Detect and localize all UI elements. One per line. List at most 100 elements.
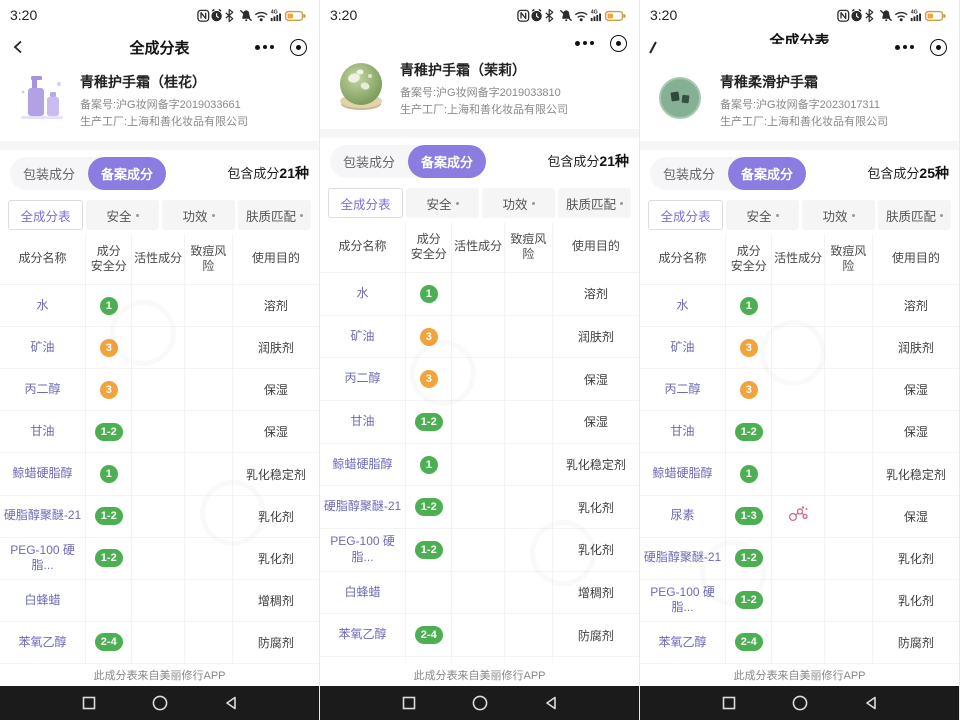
ingredient-name-cell[interactable]: 丙二醇	[0, 369, 86, 410]
android-square-icon[interactable]	[81, 695, 97, 711]
ingredient-name[interactable]: 水	[35, 298, 51, 314]
android-square-icon[interactable]	[401, 695, 417, 711]
ingredient-name-cell[interactable]: 尿素	[640, 496, 726, 537]
tab-registered-ingredients[interactable]: 备案成分	[88, 157, 166, 190]
product-card[interactable]: 青稚柔滑护手霜 备案号:沪G妆网备字2023017311 生产工厂:上海和善化妆…	[640, 64, 959, 141]
more-menu-icon[interactable]	[575, 41, 594, 46]
ingredient-name-cell[interactable]: 鲸蜡硬脂醇	[0, 453, 86, 494]
ingredient-name-cell[interactable]: 白蜂蜡	[0, 580, 86, 621]
subtab-skin-match[interactable]: 肤质匹配	[878, 200, 951, 230]
subtab-safety[interactable]: 安全	[726, 200, 799, 230]
ingredient-name-cell[interactable]: 水	[320, 273, 406, 315]
tab-registered-ingredients[interactable]: 备案成分	[408, 145, 486, 178]
ingredient-name[interactable]: 硬脂醇聚醚-21	[2, 508, 83, 524]
ingredient-name[interactable]: 白蜂蜡	[23, 593, 63, 609]
ingredient-name-cell[interactable]: 矿油	[320, 316, 406, 358]
ingredient-name[interactable]: 丙二醇	[23, 382, 63, 398]
ingredient-name-cell[interactable]: 甘油	[320, 401, 406, 443]
subtab-efficacy[interactable]: 功效	[482, 188, 555, 218]
ingredient-name[interactable]: 硬脂醇聚醚-21	[642, 550, 723, 566]
ingredient-name[interactable]: PEG-100 硬脂...	[320, 534, 405, 565]
usage-purpose-cell: 润肤剂	[873, 327, 959, 368]
usage-purpose: 溶剂	[902, 297, 930, 314]
tab-packaging-ingredients[interactable]: 包装成分	[330, 145, 408, 178]
ingredient-name-cell[interactable]: 硬脂醇聚醚-21	[0, 496, 86, 537]
tab-packaging-ingredients[interactable]: 包装成分	[650, 157, 728, 190]
ingredient-name[interactable]: 苯氧乙醇	[17, 635, 69, 651]
miniprogram-close-icon[interactable]	[610, 35, 627, 52]
ingredient-name-cell[interactable]: 甘油	[0, 411, 86, 452]
usage-purpose-cell: 乳化稳定剂	[873, 453, 959, 494]
tab-registered-ingredients[interactable]: 备案成分	[728, 157, 806, 190]
ingredient-name[interactable]: 丙二醇	[663, 382, 703, 398]
subtab-full-ingredient-list[interactable]: 全成分表	[328, 188, 403, 218]
subtab-full-ingredient-list[interactable]: 全成分表	[8, 200, 83, 230]
product-card[interactable]: 青稚护手霜（桂花） 备案号:沪G妆网备字2019033661 生产工厂:上海和善…	[0, 64, 319, 141]
ingredient-name[interactable]: 矿油	[669, 340, 697, 356]
ingredient-name-cell[interactable]: 丙二醇	[320, 358, 406, 400]
ingredient-name-cell[interactable]: 硬脂醇聚醚-21	[640, 538, 726, 579]
more-menu-icon[interactable]	[895, 45, 914, 50]
ingredient-name-cell[interactable]: 水	[0, 285, 86, 326]
android-back-icon[interactable]	[863, 695, 879, 711]
android-home-icon[interactable]	[471, 694, 489, 712]
miniprogram-close-icon[interactable]	[930, 39, 947, 56]
ingredient-name[interactable]: 苯氧乙醇	[657, 635, 709, 651]
subtab-efficacy[interactable]: 功效	[802, 200, 875, 230]
ingredient-name-cell[interactable]: PEG-100 硬脂...	[0, 538, 86, 579]
ingredient-name[interactable]: 甘油	[669, 424, 697, 440]
subtab-full-ingredient-list[interactable]: 全成分表	[648, 200, 723, 230]
android-back-icon[interactable]	[223, 695, 239, 711]
ingredient-name-cell[interactable]: PEG-100 硬脂...	[320, 529, 406, 571]
ingredient-name-cell[interactable]: 硬脂醇聚醚-21	[320, 486, 406, 528]
subtab-safety[interactable]: 安全	[86, 200, 159, 230]
ingredient-name[interactable]: 水	[355, 286, 371, 302]
ingredient-name[interactable]: 水	[675, 298, 691, 314]
ingredient-name-cell[interactable]: 矿油	[0, 327, 86, 368]
ingredient-name[interactable]: PEG-100 硬脂...	[640, 585, 725, 616]
ingredient-name[interactable]: 矿油	[29, 340, 57, 356]
subtab-efficacy[interactable]: 功效	[162, 200, 235, 230]
ingredient-name-cell[interactable]: 苯氧乙醇	[640, 622, 726, 663]
safety-score-cell: 3	[726, 327, 772, 368]
ingredient-name-cell[interactable]: 苯氧乙醇	[0, 622, 86, 663]
ingredient-name[interactable]: 硬脂醇聚醚-21	[322, 499, 403, 515]
ingredient-name-cell[interactable]: 白蜂蜡	[320, 572, 406, 614]
ingredient-name-cell[interactable]: PEG-100 硬脂...	[640, 580, 726, 621]
ingredient-name[interactable]: 尿素	[669, 508, 697, 524]
ingredient-name[interactable]: 甘油	[29, 424, 57, 440]
ingredient-name-cell[interactable]: 矿油	[640, 327, 726, 368]
product-card[interactable]: 青稚护手霜（茉莉） 备案号:沪G妆网备字2019033810 生产工厂:上海和善…	[320, 52, 639, 129]
status-icons: 4G	[197, 8, 309, 23]
subtab-safety[interactable]: 安全	[406, 188, 479, 218]
ingredient-name[interactable]: 矿油	[349, 329, 377, 345]
android-back-icon[interactable]	[543, 695, 559, 711]
col-safety-score: 成分安全分	[406, 222, 452, 272]
safety-score-badge: 3	[740, 381, 758, 399]
ingredient-name-cell[interactable]: 鲸蜡硬脂醇	[640, 453, 726, 494]
ingredient-name-cell[interactable]: 水	[640, 285, 726, 326]
ingredient-name[interactable]: 苯氧乙醇	[337, 627, 389, 643]
android-home-icon[interactable]	[151, 694, 169, 712]
ingredient-name[interactable]: PEG-100 硬脂...	[0, 543, 85, 574]
ingredient-name[interactable]: 甘油	[349, 414, 377, 430]
android-square-icon[interactable]	[721, 695, 737, 711]
ingredient-name[interactable]: 丙二醇	[343, 371, 383, 387]
back-icon[interactable]	[12, 39, 24, 55]
android-home-icon[interactable]	[791, 694, 809, 712]
tab-packaging-ingredients[interactable]: 包装成分	[10, 157, 88, 190]
ingredient-name-cell[interactable]: 丙二醇	[640, 369, 726, 410]
ingredient-name[interactable]: 鲸蜡硬脂醇	[11, 466, 75, 482]
subtab-skin-match[interactable]: 肤质匹配	[558, 188, 631, 218]
ingredient-name-cell[interactable]: 鲸蜡硬脂醇	[320, 444, 406, 486]
back-icon[interactable]	[649, 41, 657, 53]
ingredient-table: 水 1 溶剂 矿油 3 润肤剂 丙二醇 3 保湿 甘油 1-2	[640, 285, 959, 664]
subtab-skin-match[interactable]: 肤质匹配	[238, 200, 311, 230]
ingredient-name-cell[interactable]: 甘油	[640, 411, 726, 452]
ingredient-name-cell[interactable]: 苯氧乙醇	[320, 614, 406, 656]
miniprogram-close-icon[interactable]	[290, 39, 307, 56]
ingredient-name[interactable]: 鲸蜡硬脂醇	[331, 457, 395, 473]
ingredient-name[interactable]: 白蜂蜡	[343, 585, 383, 601]
ingredient-name[interactable]: 鲸蜡硬脂醇	[651, 466, 715, 482]
safety-score-badge: 1	[420, 456, 438, 474]
